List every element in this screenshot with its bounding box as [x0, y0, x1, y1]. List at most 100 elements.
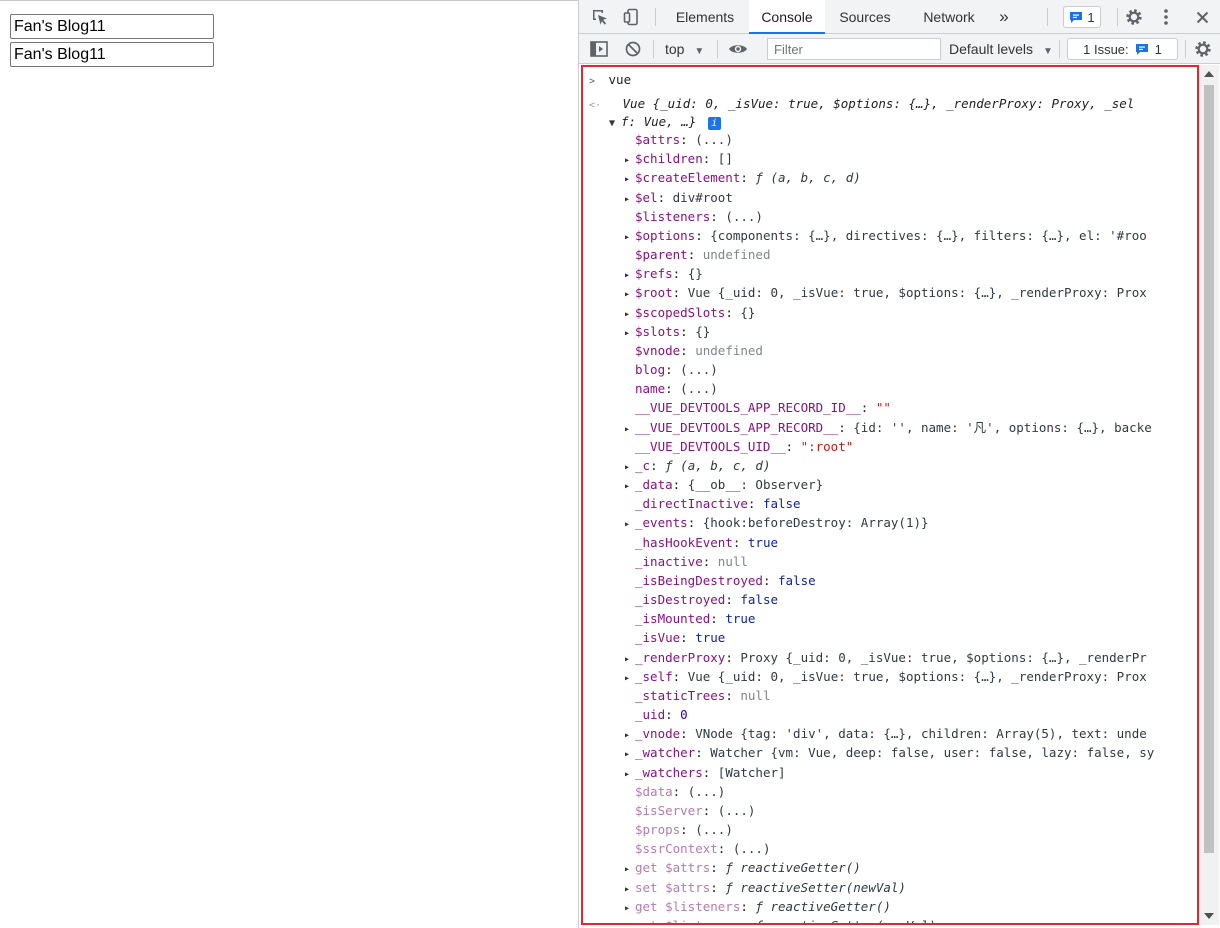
property-row[interactable]: ▶_self: Vue {_uid: 0, _isVue: true, $opt… [625, 667, 1197, 686]
property-key: _watchers [635, 765, 703, 780]
property-colon: : [680, 822, 696, 837]
console-scrollbar[interactable] [1199, 65, 1219, 925]
expand-triangle-icon[interactable]: ▶ [625, 151, 635, 168]
expand-triangle-icon[interactable]: ▶ [625, 190, 635, 207]
scrollbar-thumb[interactable] [1204, 85, 1214, 853]
messages-badge[interactable]: 1 [1063, 6, 1101, 28]
tab-network[interactable]: Network [909, 0, 989, 34]
property-value: true [695, 630, 726, 645]
property-row[interactable]: ▶_vnode: VNode {tag: 'div', data: {…}, c… [625, 724, 1197, 743]
console-output[interactable]: > vue <· Vue {_uid: 0, _isVue: true, $op… [581, 65, 1199, 925]
log-levels-dropdown[interactable]: Default levels ▼ [949, 34, 1053, 64]
property-row[interactable]: ▶get $listeners: ƒ reactiveGetter() [625, 897, 1197, 916]
expand-triangle-icon[interactable]: ▶ [625, 285, 635, 302]
property-key: _inactive [635, 554, 703, 569]
tab-elements[interactable]: Elements [667, 0, 743, 34]
toolbar-divider [655, 8, 656, 26]
expand-triangle-icon[interactable]: ▶ [625, 228, 635, 245]
expand-triangle-icon[interactable]: ▶ [625, 305, 635, 322]
messages-count: 1 [1087, 9, 1095, 25]
tab-console[interactable]: Console [749, 0, 825, 34]
property-row[interactable]: ▶__VUE_DEVTOOLS_APP_RECORD__: {id: '', n… [625, 418, 1197, 437]
property-value[interactable]: (...) [733, 841, 771, 856]
collapse-triangle-icon[interactable]: ▼ [609, 114, 621, 131]
property-value[interactable]: (...) [688, 784, 726, 799]
property-value: 0 [680, 707, 688, 722]
close-icon[interactable] [1191, 0, 1213, 34]
property-value[interactable]: (...) [718, 803, 756, 818]
property-key: _c [635, 458, 651, 473]
property-colon: : [665, 362, 681, 377]
expand-triangle-icon[interactable]: ▶ [625, 899, 635, 916]
property-value: ƒ reactiveGetter() [725, 860, 861, 875]
expand-triangle-icon[interactable]: ▶ [625, 477, 635, 494]
property-row[interactable]: ▶get $attrs: ƒ reactiveGetter() [625, 858, 1197, 877]
issues-button[interactable]: 1 Issue: 1 [1067, 38, 1178, 60]
property-row[interactable]: ▶$scopedSlots: {} [625, 303, 1197, 322]
property-value: ƒ (a, b, c, d) [755, 170, 861, 185]
expand-triangle-icon[interactable]: ▶ [625, 324, 635, 341]
property-value[interactable]: (...) [695, 822, 733, 837]
blog-input-1[interactable] [10, 14, 214, 39]
property-row[interactable]: ▶$el: div#root [625, 188, 1197, 207]
property-row[interactable]: ▶set $listeners: ƒ reactiveSetter(newVal… [625, 916, 1197, 923]
expand-triangle-icon[interactable]: ▶ [625, 458, 635, 475]
device-toolbar-icon[interactable] [619, 0, 645, 34]
expand-triangle-icon[interactable]: ▶ [625, 765, 635, 782]
property-value[interactable]: (...) [725, 209, 763, 224]
property-row[interactable]: ▶$slots: {} [625, 322, 1197, 341]
expand-triangle-icon[interactable]: ▶ [625, 420, 635, 437]
blog-input-2[interactable] [10, 42, 214, 67]
expand-triangle-icon[interactable]: ▶ [625, 266, 635, 283]
expand-triangle-icon[interactable]: ▶ [625, 726, 635, 743]
property-value: Vue {_uid: 0, _isVue: true, $options: {…… [687, 285, 1147, 300]
property-colon: : [725, 305, 741, 320]
property-row[interactable]: ▶_c: ƒ (a, b, c, d) [625, 456, 1197, 475]
clear-console-icon[interactable] [621, 34, 645, 64]
property-row: _isVue: true [625, 628, 1197, 647]
property-row[interactable]: ▶_watcher: Watcher {vm: Vue, deep: false… [625, 743, 1197, 762]
expand-triangle-icon[interactable]: ▶ [625, 650, 635, 667]
console-result-summary[interactable]: Vue {_uid: 0, _isVue: true, $options: {…… [623, 96, 1135, 111]
kebab-menu-icon[interactable] [1157, 0, 1175, 34]
expand-triangle-icon[interactable]: ▶ [625, 918, 635, 923]
property-value[interactable]: (...) [680, 362, 718, 377]
scroll-up-arrow-icon[interactable] [1204, 71, 1214, 77]
inspect-element-icon[interactable] [587, 0, 613, 34]
property-value: false [762, 496, 801, 511]
expand-triangle-icon[interactable]: ▶ [625, 170, 635, 187]
expand-triangle-icon[interactable]: ▶ [625, 745, 635, 762]
property-value: {components: {…}, directives: {…}, filte… [710, 228, 1147, 243]
property-value[interactable]: (...) [680, 381, 718, 396]
property-row[interactable]: ▶$refs: {} [625, 264, 1197, 283]
property-value: {} [740, 305, 756, 320]
property-row[interactable]: ▶$createElement: ƒ (a, b, c, d) [625, 168, 1197, 187]
expand-triangle-icon[interactable]: ▶ [625, 669, 635, 686]
settings-gear-icon[interactable] [1123, 0, 1145, 34]
property-key: _uid [635, 707, 666, 722]
result-arrow-icon: <· [589, 100, 602, 111]
property-key: $slots [635, 324, 681, 339]
console-settings-gear-icon[interactable] [1191, 34, 1215, 64]
property-row[interactable]: ▶$options: {components: {…}, directives:… [625, 226, 1197, 245]
expand-triangle-icon[interactable]: ▶ [625, 860, 635, 877]
property-colon: : [785, 439, 801, 454]
property-row[interactable]: ▶$root: Vue {_uid: 0, _isVue: true, $opt… [625, 283, 1197, 302]
property-value[interactable]: (...) [695, 132, 733, 147]
expand-triangle-icon[interactable]: ▶ [625, 880, 635, 897]
sidebar-toggle-icon[interactable] [587, 34, 611, 64]
live-expression-eye-icon[interactable] [725, 34, 751, 64]
property-row[interactable]: ▶_watchers: [Watcher] [625, 763, 1197, 782]
property-row[interactable]: ▶set $attrs: ƒ reactiveSetter(newVal) [625, 878, 1197, 897]
console-filter-input[interactable] [767, 38, 941, 60]
scroll-down-arrow-icon[interactable] [1204, 913, 1214, 919]
property-row[interactable]: ▶$children: [] [625, 149, 1197, 168]
more-tabs-button[interactable]: » [989, 0, 1019, 34]
property-row[interactable]: ▶_renderProxy: Proxy {_uid: 0, _isVue: t… [625, 648, 1197, 667]
context-selector[interactable]: top ▼ [665, 34, 704, 64]
property-row[interactable]: ▶_data: {__ob__: Observer} [625, 475, 1197, 494]
property-row[interactable]: ▶_events: {hook:beforeDestroy: Array(1)} [625, 513, 1197, 532]
tab-sources[interactable]: Sources [831, 0, 899, 34]
property-key: $root [635, 285, 673, 300]
expand-triangle-icon[interactable]: ▶ [625, 515, 635, 532]
